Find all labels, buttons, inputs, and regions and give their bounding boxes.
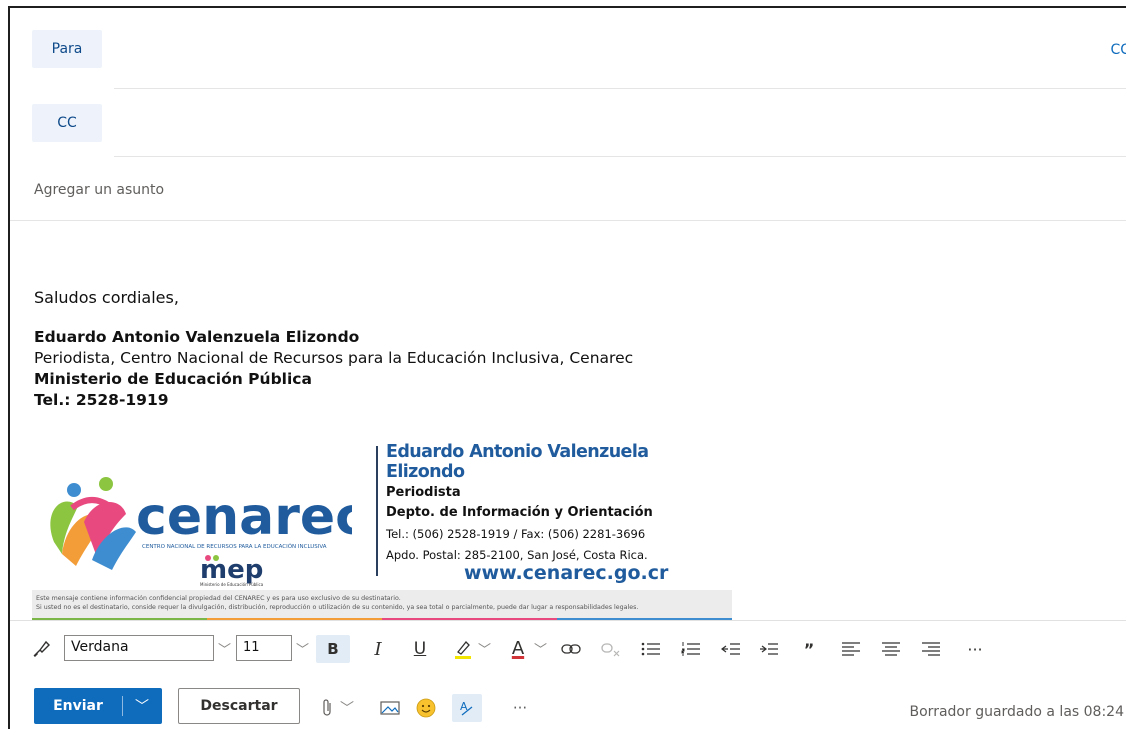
emoji-icon[interactable] <box>414 698 438 718</box>
bold-button[interactable]: B <box>316 635 350 663</box>
numbered-list-icon[interactable] <box>678 635 704 663</box>
card-divider <box>376 446 378 576</box>
format-painter-icon[interactable] <box>28 635 54 663</box>
disclaimer-line-1: Este mensaje contiene información confid… <box>36 595 401 602</box>
card-address: Apdo. Postal: 285-2100, San José, Costa … <box>386 548 648 562</box>
editor-icon[interactable]: A <box>452 694 482 722</box>
to-field-divider <box>114 88 1126 89</box>
more-actions-button[interactable]: ··· <box>506 698 534 718</box>
align-left-icon[interactable] <box>838 635 864 663</box>
insert-picture-icon[interactable] <box>378 698 402 718</box>
signature-tel: Tel.: 2528-1919 <box>34 391 169 409</box>
cc-toggle-link[interactable]: CC <box>1110 42 1126 58</box>
signature-block: Eduardo Antonio Valenzuela Elizondo Peri… <box>34 327 633 411</box>
subject-divider <box>10 220 1126 221</box>
font-color-icon[interactable]: A <box>506 635 530 663</box>
italic-button[interactable]: I <box>366 635 390 663</box>
font-size-select[interactable]: 11 <box>236 635 292 661</box>
signature-name: Eduardo Antonio Valenzuela Elizondo <box>34 328 360 346</box>
link-icon[interactable] <box>558 635 584 663</box>
card-name: Eduardo Antonio Valenzuela Elizondo <box>386 442 649 482</box>
greeting-text: Saludos cordiales, <box>34 288 179 307</box>
message-body[interactable]: Saludos cordiales, Eduardo Antonio Valen… <box>34 288 633 411</box>
discard-button[interactable]: Descartar <box>178 688 300 724</box>
compose-pane: Para CC CC Agregar un asunto Saludos cor… <box>8 6 1126 729</box>
card-contact-info: Eduardo Antonio Valenzuela Elizondo Peri… <box>386 442 732 562</box>
cenarec-logo-text: cenarec <box>136 487 352 547</box>
font-color-chevron-icon[interactable]: ﹀ <box>534 639 547 658</box>
font-family-chevron-icon[interactable]: ﹀ <box>218 639 231 658</box>
highlight-chevron-icon[interactable]: ﹀ <box>478 639 491 658</box>
compose-action-bar: Enviar ﹀ Descartar ﹀ A ··· Borrador guar… <box>10 676 1126 729</box>
card-dept: Depto. de Información y Orientación <box>386 505 653 520</box>
to-button[interactable]: Para <box>32 30 102 68</box>
draft-status: Borrador guardado a las 08:24 <box>909 704 1124 720</box>
underline-button[interactable]: U <box>408 635 432 663</box>
more-formatting-button[interactable]: ··· <box>960 635 990 663</box>
signature-org: Ministerio de Educación Pública <box>34 370 312 388</box>
signature-role: Periodista, Centro Nacional de Recursos … <box>34 349 634 367</box>
cc-button[interactable]: CC <box>32 104 102 142</box>
signature-card-image: cenarec CENTRO NACIONAL DE RECURSOS PARA… <box>32 442 732 621</box>
font-size-chevron-icon[interactable]: ﹀ <box>296 639 309 658</box>
card-disclaimer: Este mensaje contiene información confid… <box>32 590 732 618</box>
card-website: www.cenarec.go.cr <box>464 562 669 584</box>
attach-chevron-icon[interactable]: ﹀ <box>340 698 354 718</box>
align-right-icon[interactable] <box>918 635 944 663</box>
align-center-icon[interactable] <box>878 635 904 663</box>
highlight-icon[interactable] <box>450 635 476 663</box>
send-button[interactable]: Enviar ﹀ <box>34 688 162 724</box>
send-chevron-icon[interactable]: ﹀ <box>123 696 161 716</box>
increase-indent-icon[interactable] <box>756 635 782 663</box>
bullet-list-icon[interactable] <box>638 635 664 663</box>
attach-icon[interactable] <box>318 698 336 718</box>
unlink-icon[interactable] <box>598 635 624 663</box>
format-toolbar: Verdana ﹀ 11 ﹀ B I U ﹀ A ﹀ ” ··· <box>10 620 1126 676</box>
disclaimer-line-2: Si usted no es el destinatario, conside … <box>36 604 639 611</box>
decrease-indent-icon[interactable] <box>718 635 744 663</box>
card-role: Periodista <box>386 485 461 500</box>
cenarec-logo-subtitle: CENTRO NACIONAL DE RECURSOS PARA LA EDUC… <box>142 543 327 550</box>
mep-logo-subtitle: Ministerio de Educación Pública <box>200 582 264 587</box>
cenarec-logo: cenarec CENTRO NACIONAL DE RECURSOS PARA… <box>50 477 352 587</box>
quote-button[interactable]: ” <box>798 635 820 663</box>
cc-field-divider <box>114 156 1126 157</box>
card-tel: Tel.: (506) 2528-1919 / Fax: (506) 2281-… <box>386 527 646 541</box>
subject-input[interactable]: Agregar un asunto <box>34 182 164 198</box>
font-family-select[interactable]: Verdana <box>64 635 214 661</box>
send-label: Enviar <box>53 698 103 714</box>
